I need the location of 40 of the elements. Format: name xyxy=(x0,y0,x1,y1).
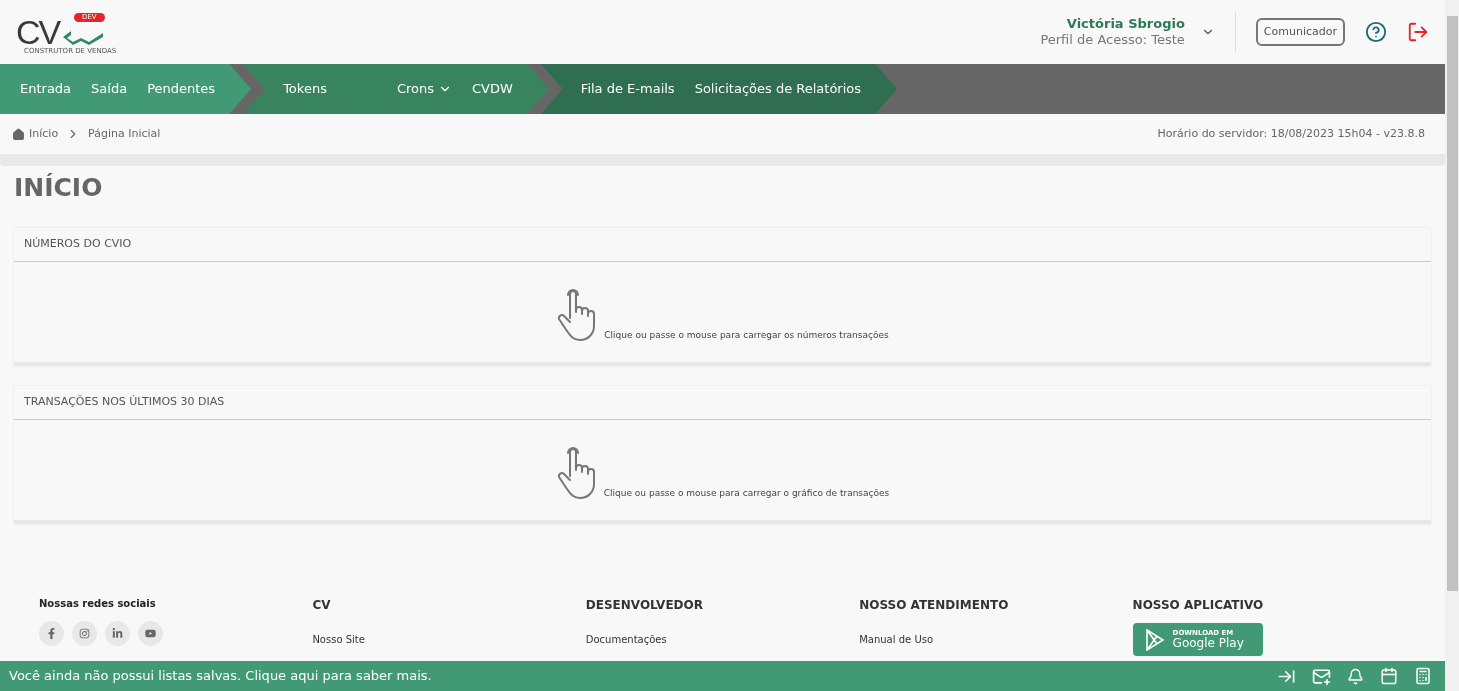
calendar-icon[interactable] xyxy=(1380,667,1398,685)
page-title: INÍCIO xyxy=(14,172,104,204)
nav-link[interactable]: Solicitações de Relatórios xyxy=(694,79,862,99)
mail-plus-icon[interactable] xyxy=(1312,666,1331,686)
facebook-icon[interactable] xyxy=(39,621,64,646)
nav-link[interactable]: Fila de E-mails xyxy=(580,79,675,99)
nav-link[interactable]: Pendentes xyxy=(147,79,216,99)
logout-icon[interactable] xyxy=(1407,21,1429,43)
nav-link[interactable]: CVDW xyxy=(472,79,513,99)
help-icon[interactable] xyxy=(1365,21,1387,43)
panel-title: NÚMEROS DO CVIO xyxy=(24,236,132,253)
youtube-icon[interactable] xyxy=(138,621,163,646)
load-hint[interactable]: Clique ou passe o mouse para carregar o gráfico de transações xyxy=(603,486,890,500)
footer-link[interactable]: Nosso Site xyxy=(312,632,586,647)
linkedin-icon[interactable] xyxy=(105,621,130,646)
load-hint[interactable]: Clique ou passe o mouse para carregar os números transações xyxy=(604,328,889,342)
social-title: Nossas redes sociais xyxy=(39,597,157,611)
footer-heading: CV xyxy=(312,597,332,614)
footer-heading: DESENVOLVEDOR xyxy=(585,597,704,614)
footer-link[interactable]: Documentações xyxy=(585,632,860,647)
user-name: Victória Sbrogio xyxy=(1066,16,1185,32)
breadcrumb-link[interactable]: Página Inicial xyxy=(88,125,161,143)
nav-link[interactable]: Tokens xyxy=(283,79,327,99)
communicator-button[interactable]: Comunicador xyxy=(1255,18,1345,46)
footer-heading: NOSSO APLICATIVO xyxy=(1132,597,1265,614)
nav-link[interactable]: Saída xyxy=(91,79,128,99)
play-store-icon xyxy=(1144,628,1165,651)
breadcrumb-link[interactable]: Início xyxy=(29,125,59,143)
footer-heading: NOSSO ATENDIMENTO xyxy=(859,597,1010,614)
instagram-icon[interactable] xyxy=(72,621,97,646)
notifications-icon[interactable] xyxy=(1347,667,1364,685)
nav-link[interactable]: Crons xyxy=(396,79,452,99)
footer-link[interactable]: Manual de Uso xyxy=(859,632,1133,647)
saved-lists-message[interactable]: Você ainda não possui listas salvas. Clique aqui para saber mais. xyxy=(9,666,432,686)
panel-title: TRANSAÇÕES NOS ÚLTIMOS 30 DIAS xyxy=(24,394,225,411)
nav-link[interactable]: Entrada xyxy=(20,79,72,99)
access-profile: Perfil de Acesso: Teste xyxy=(1040,32,1185,48)
home-icon xyxy=(12,127,25,141)
server-time: Horário do servidor: 18/08/2023 15h04 - v23.8.8 xyxy=(1157,125,1426,142)
calculator-icon[interactable] xyxy=(1414,667,1432,685)
